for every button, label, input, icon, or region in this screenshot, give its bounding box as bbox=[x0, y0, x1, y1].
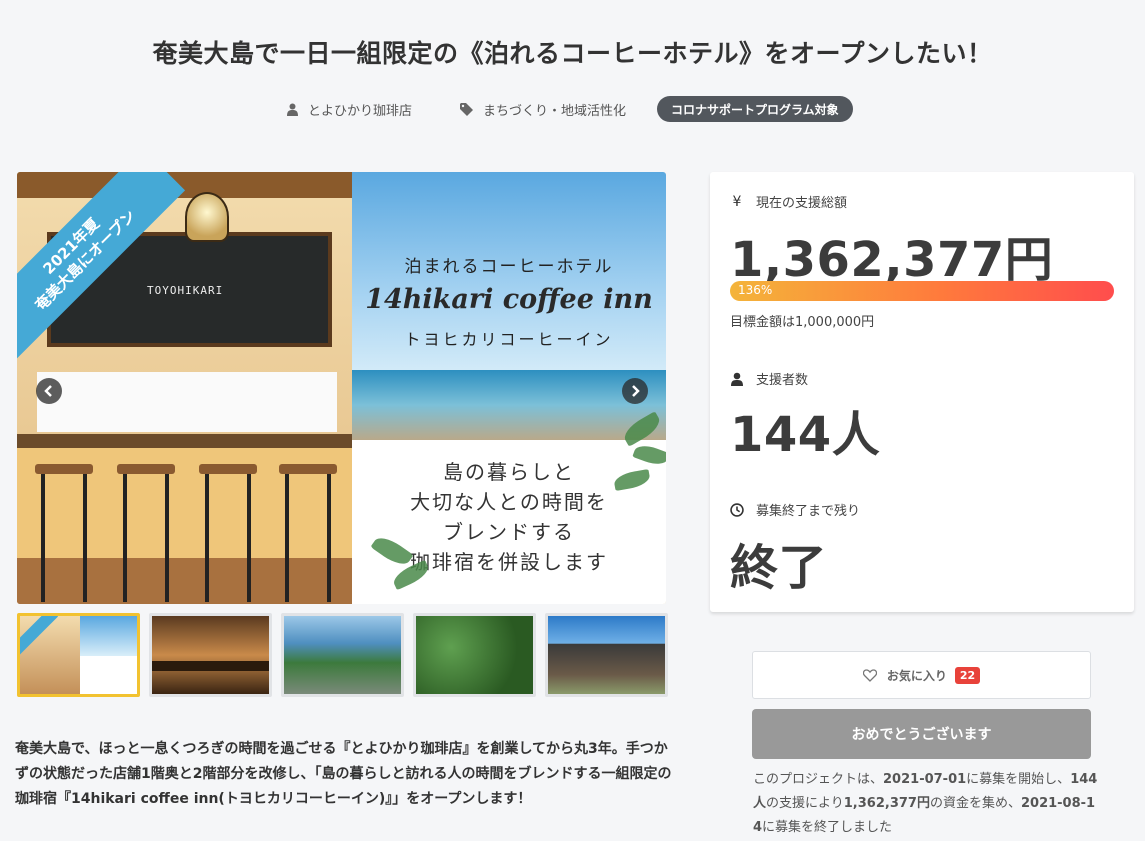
poster-subtitle: 泊まれるコーヒーホテル bbox=[404, 257, 614, 277]
category-name: まちづくり・地域活性化 bbox=[483, 103, 627, 119]
shelf bbox=[37, 372, 337, 432]
thumb-cafe-interior[interactable] bbox=[149, 613, 272, 697]
start-date: 2021-07-01 bbox=[883, 772, 967, 787]
backers-label-row: 支援者数 bbox=[730, 369, 808, 388]
carousel-prev-button[interactable] bbox=[36, 378, 62, 404]
remaining-value: 終了 bbox=[730, 540, 828, 596]
owner-name: とよひかり珈琲店 bbox=[308, 103, 413, 119]
carousel-next-button[interactable] bbox=[622, 378, 648, 404]
thumb-old-house[interactable] bbox=[545, 613, 668, 697]
poster-kana: トヨヒカリコーヒーイン bbox=[404, 330, 614, 349]
pendant-lamp bbox=[185, 192, 229, 242]
goal-amount: 目標金額は1,000,000円 bbox=[730, 315, 875, 330]
funding-progress-bar: 136% bbox=[730, 281, 1114, 301]
funding-stats-card: ¥ 現在の支援総額 1,362,377円 136% 目標金額は1,000,000… bbox=[710, 172, 1134, 612]
progress-percent: 136% bbox=[738, 283, 773, 297]
program-badge[interactable]: コロナサポートプログラム対象 bbox=[657, 96, 853, 122]
poster-name: 14hikari coffee inn bbox=[365, 284, 653, 315]
hero-poster: 泊まれるコーヒーホテル 14hikari coffee inn トヨヒカリコーヒ… bbox=[352, 172, 666, 604]
clock-icon bbox=[730, 502, 744, 517]
hero-image: TOYOHIKARI 泊まれるコーヒーホテル 14hikari coffee i… bbox=[17, 172, 666, 604]
remaining-label: 募集終了まで残り bbox=[756, 504, 861, 519]
total-amount: 1,362,377円 bbox=[730, 232, 1054, 288]
favorite-label: お気に入り bbox=[886, 668, 947, 683]
thumb-island-view[interactable] bbox=[281, 613, 404, 697]
bar-stool bbox=[279, 464, 337, 604]
owner-link[interactable]: とよひかり珈琲店 bbox=[287, 95, 412, 123]
remaining-label-row: 募集終了まで残り bbox=[730, 500, 860, 519]
thumb-coffee-seedlings[interactable] bbox=[413, 613, 536, 697]
congrats-button[interactable]: おめでとうございます bbox=[752, 709, 1091, 759]
thumbnail-strip bbox=[17, 613, 668, 697]
project-meta: とよひかり珈琲店 まちづくり・地域活性化 コロナサポートプログラム対象 bbox=[0, 95, 1145, 123]
summary-amount: 1,362,377円 bbox=[843, 796, 930, 811]
project-title: 奄美大島で一日一組限定の《泊れるコーヒーホテル》をオープンしたい！ bbox=[152, 39, 993, 68]
backers-label: 支援者数 bbox=[756, 373, 809, 388]
chevron-right-icon bbox=[632, 385, 640, 397]
yen-icon: ¥ bbox=[732, 193, 742, 210]
chalkboard-text: TOYOHIKARI bbox=[147, 284, 224, 297]
heart-icon bbox=[862, 668, 877, 682]
user-icon bbox=[287, 103, 298, 116]
bar-stool bbox=[35, 464, 93, 604]
category-link[interactable]: まちづくり・地域活性化 bbox=[460, 95, 626, 123]
thumb-poster[interactable] bbox=[17, 613, 140, 697]
total-label-row: ¥ 現在の支援総額 bbox=[730, 192, 848, 212]
project-description: 奄美大島で、ほっと一息くつろぎの時間を過ごせる『とよひかり珈琲店』を創業してから… bbox=[15, 741, 672, 807]
tag-icon bbox=[460, 102, 473, 116]
total-label: 現在の支援総額 bbox=[756, 196, 848, 211]
user-icon bbox=[731, 372, 743, 386]
favorite-count-badge: 22 bbox=[954, 666, 981, 684]
chevron-left-icon bbox=[44, 385, 52, 397]
bar-stool bbox=[199, 464, 257, 604]
bar-stool bbox=[117, 464, 175, 604]
backers-count: 144人 bbox=[730, 407, 881, 463]
favorite-button[interactable]: お気に入り 22 bbox=[752, 651, 1091, 699]
project-summary: このプロジェクトは、2021-07-01に募集を開始し、144人の支援により1,… bbox=[753, 772, 1098, 835]
